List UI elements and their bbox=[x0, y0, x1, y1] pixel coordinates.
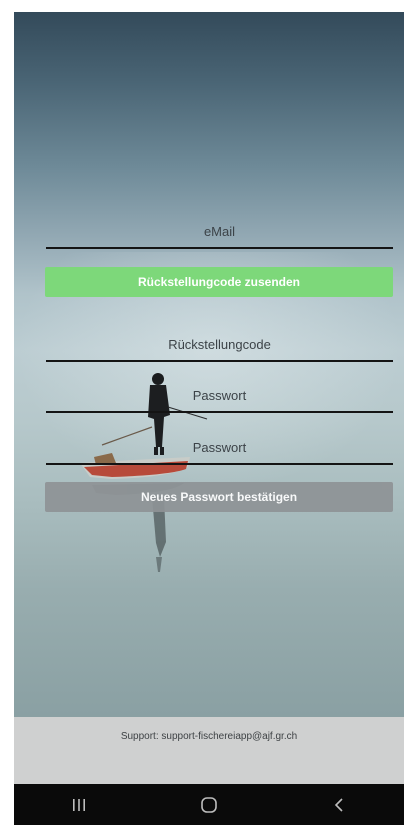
email-field[interactable] bbox=[46, 215, 393, 249]
back-icon[interactable] bbox=[319, 790, 359, 820]
support-footer: Support: support-fischereiapp@ajf.gr.ch bbox=[14, 717, 404, 784]
confirm-new-password-button[interactable]: Neues Passwort bestätigen bbox=[45, 482, 393, 512]
password-field[interactable] bbox=[46, 379, 393, 413]
send-reset-code-button[interactable]: Rückstellungcode zusenden bbox=[45, 267, 393, 297]
recent-apps-icon[interactable] bbox=[59, 790, 99, 820]
system-navigation-bar bbox=[14, 784, 404, 825]
app-screen: Rückstellungcode zusenden Neues Passwort… bbox=[14, 12, 404, 825]
password-repeat-input[interactable] bbox=[46, 431, 393, 463]
email-input[interactable] bbox=[46, 215, 393, 247]
home-icon[interactable] bbox=[189, 790, 229, 820]
reset-code-field[interactable] bbox=[46, 328, 393, 362]
reset-code-input[interactable] bbox=[46, 328, 393, 360]
support-text: Support: support-fischereiapp@ajf.gr.ch bbox=[120, 731, 298, 742]
password-repeat-field[interactable] bbox=[46, 431, 393, 465]
password-input[interactable] bbox=[46, 379, 393, 411]
